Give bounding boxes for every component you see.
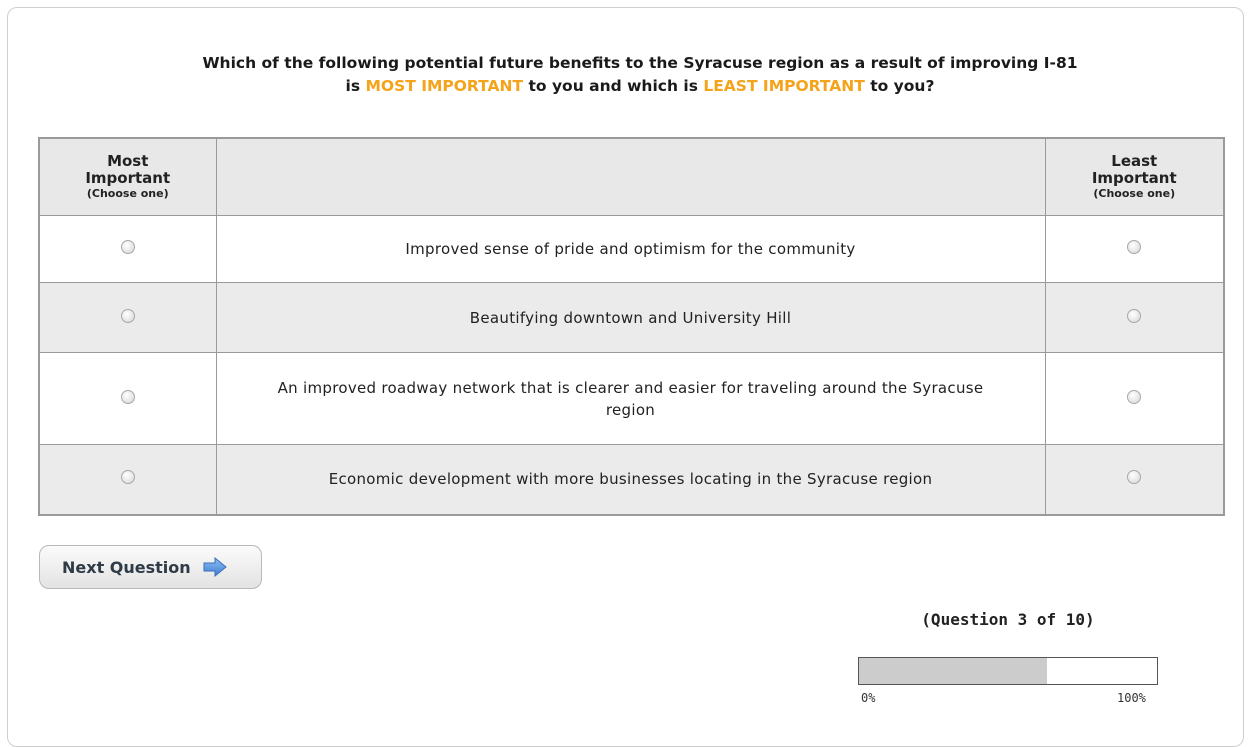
question-counter: (Question 3 of 10) xyxy=(921,610,1095,629)
least-cell xyxy=(1044,444,1225,515)
most-important-header-label: Most Important xyxy=(85,152,171,187)
most-important-header: Most Important (Choose one) xyxy=(38,137,217,216)
least-important-radio-3[interactable] xyxy=(1127,389,1142,404)
progress-bar xyxy=(858,657,1158,685)
question-prefix: is xyxy=(345,77,366,95)
maxdiff-table: Most Important (Choose one) Least Import… xyxy=(38,137,1225,516)
table-row: An improved roadway network that is clea… xyxy=(38,352,1225,445)
next-question-button[interactable]: Next Question xyxy=(39,545,262,589)
next-question-label: Next Question xyxy=(62,557,191,577)
header-row: Most Important (Choose one) Least Import… xyxy=(38,137,1225,216)
progress-bar-fill xyxy=(859,658,1047,684)
benefit-label-1: Improved sense of pride and optimism for… xyxy=(215,215,1046,283)
least-important-radio-4[interactable] xyxy=(1127,470,1142,485)
table-row: Improved sense of pride and optimism for… xyxy=(38,215,1225,283)
benefit-label-4: Economic development with more businesse… xyxy=(215,444,1046,515)
most-cell xyxy=(38,215,217,283)
benefit-label-2: Beautifying downtown and University Hill xyxy=(215,282,1046,353)
choose-one-note: (Choose one) xyxy=(1093,187,1176,200)
most-cell xyxy=(38,444,217,515)
most-important-radio-1[interactable] xyxy=(120,240,135,254)
least-cell xyxy=(1044,352,1225,445)
right-arrow-icon xyxy=(203,557,227,577)
most-important-highlight: MOST IMPORTANT xyxy=(365,77,524,95)
question-suffix: to you? xyxy=(864,77,935,95)
progress-min-label: 0% xyxy=(861,691,876,705)
least-cell xyxy=(1044,215,1225,283)
most-cell xyxy=(38,282,217,353)
table-row: Beautifying downtown and University Hill xyxy=(38,282,1225,353)
least-important-header: Least Important (Choose one) xyxy=(1044,137,1225,216)
least-important-radio-1[interactable] xyxy=(1127,240,1142,254)
progress-max-label: 100% xyxy=(1117,691,1146,705)
table-row: Economic development with more businesse… xyxy=(38,444,1225,515)
benefit-label-3: An improved roadway network that is clea… xyxy=(215,352,1046,445)
question-middle: to you and which is xyxy=(523,77,704,95)
most-important-radio-4[interactable] xyxy=(120,470,135,485)
least-important-highlight: LEAST IMPORTANT xyxy=(703,77,865,95)
question-text: Which of the following potential future … xyxy=(48,52,1232,98)
least-important-header-label: Least Important xyxy=(1091,152,1177,187)
most-important-radio-3[interactable] xyxy=(120,389,135,404)
most-cell xyxy=(38,352,217,445)
most-important-radio-2[interactable] xyxy=(120,308,135,323)
question-line-1: Which of the following potential future … xyxy=(202,54,1078,72)
least-important-radio-2[interactable] xyxy=(1127,308,1142,323)
least-cell xyxy=(1044,282,1225,353)
benefit-header xyxy=(215,137,1046,216)
question-line-2: is MOST IMPORTANT to you and which is LE… xyxy=(48,75,1232,98)
choose-one-note: (Choose one) xyxy=(86,187,169,200)
